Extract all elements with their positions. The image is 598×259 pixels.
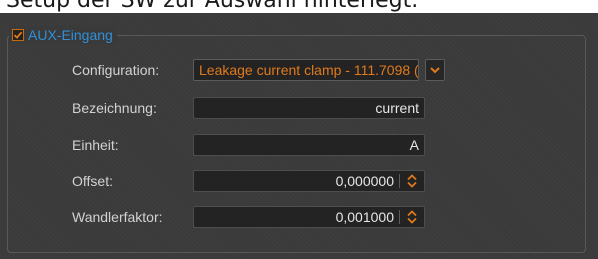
offset-value: 0,000000 <box>335 173 394 189</box>
einheit-label: Einheit: <box>72 137 119 153</box>
aux-group-header[interactable]: AUX-Eingang <box>9 26 117 44</box>
bezeichnung-label: Bezeichnung: <box>72 100 157 116</box>
configuration-select[interactable]: Leakage current clamp - 111.7098 (4A) <box>193 59 419 81</box>
checkmark-icon <box>13 31 23 39</box>
bezeichnung-row: Bezeichnung: current <box>0 97 598 119</box>
document-text: Setup der SW zur Auswahl hinterlegt. <box>6 0 419 13</box>
spinner-arrows-icon <box>407 210 417 224</box>
wandlerfaktor-row: Wandlerfaktor: 0,001000 <box>0 206 598 228</box>
spinner-arrows-icon <box>407 174 417 188</box>
offset-spinbox[interactable]: 0,000000 <box>193 170 425 192</box>
spinbox-divider <box>399 210 400 224</box>
wandlerfaktor-spinbox[interactable]: 0,001000 <box>193 206 425 228</box>
einheit-input[interactable]: A <box>193 134 425 156</box>
wandlerfaktor-label: Wandlerfaktor: <box>72 209 163 225</box>
wandlerfaktor-value: 0,001000 <box>335 209 394 225</box>
bezeichnung-input[interactable]: current <box>193 97 425 119</box>
configuration-dropdown-button[interactable] <box>425 59 445 81</box>
group-title: AUX-Eingang <box>28 27 113 43</box>
configuration-row: Configuration: Leakage current clamp - 1… <box>0 59 598 81</box>
configuration-label: Configuration: <box>72 62 160 78</box>
offset-row: Offset: 0,000000 <box>0 170 598 192</box>
einheit-row: Einheit: A <box>0 134 598 156</box>
offset-label: Offset: <box>72 173 113 189</box>
aux-enable-checkbox[interactable] <box>12 29 24 41</box>
chevron-down-icon <box>430 67 440 74</box>
spinbox-divider <box>399 174 400 188</box>
offset-spin-button[interactable] <box>404 172 420 190</box>
wandlerfaktor-spin-button[interactable] <box>404 208 420 226</box>
aux-settings-panel: AUX-Eingang Configuration: Leakage curre… <box>0 13 598 259</box>
